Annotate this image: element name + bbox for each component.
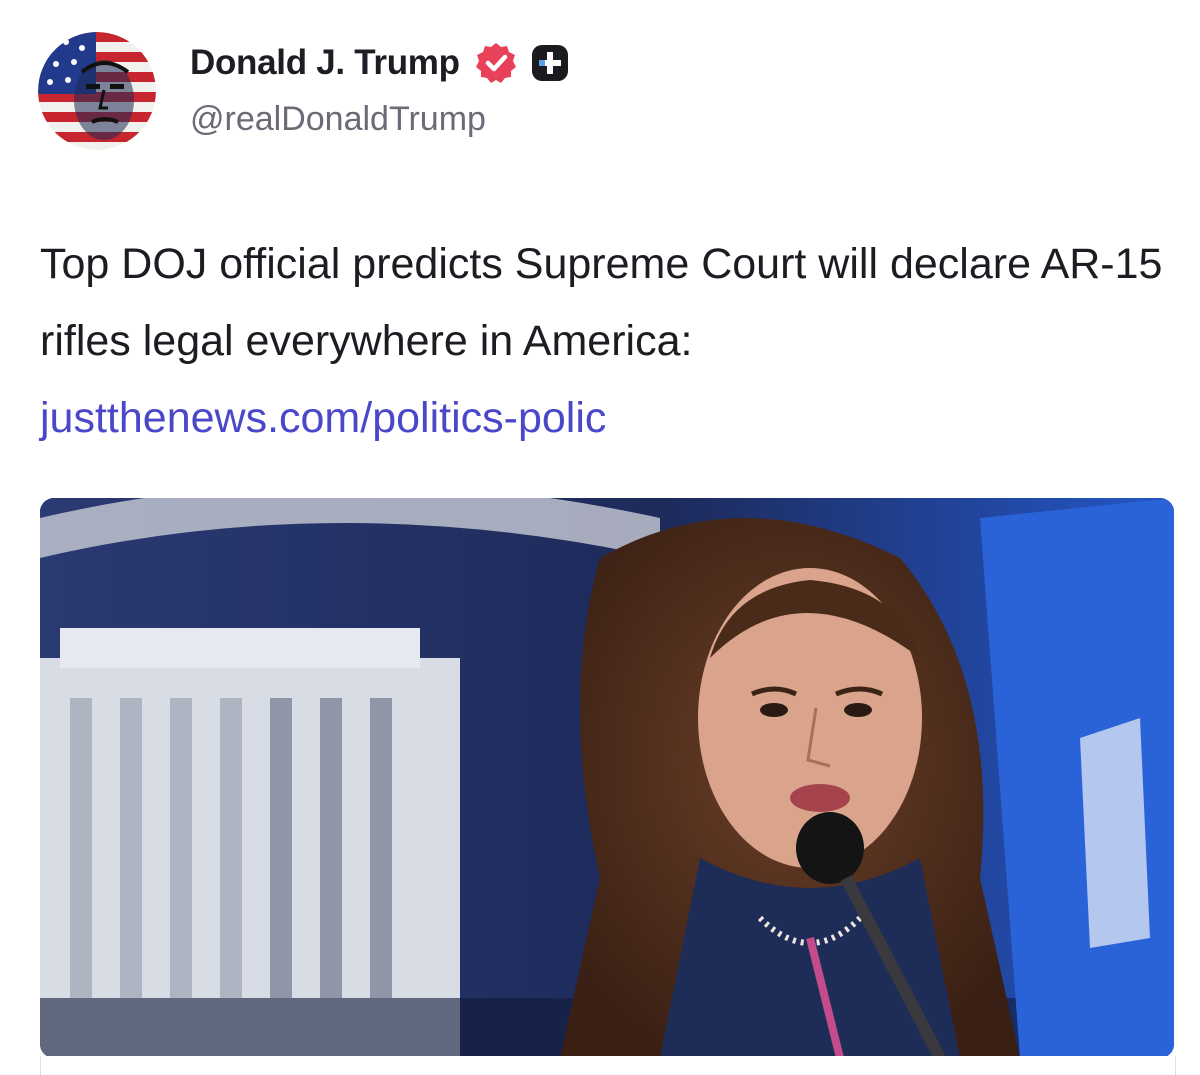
link-preview-card[interactable] [40,498,1174,1058]
post-body: Top DOJ official predicts Supreme Court … [40,226,1170,457]
author-name-row: Donald J. Trump [190,38,570,88]
article-photo [40,498,1174,1058]
post-link[interactable]: justthenews.com/politics-polic [40,394,606,442]
author-handle[interactable]: @realDonaldTrump [190,100,486,139]
link-card-footer[interactable] [40,1056,1176,1075]
post-text: Top DOJ official predicts Supreme Court … [40,240,1163,365]
verified-badge-icon [474,41,518,85]
author-display-name[interactable]: Donald J. Trump [190,43,460,83]
profile-avatar[interactable] [38,32,156,150]
plus-badge-icon [530,43,570,83]
post-container: Donald J. Trump @realDonaldTrump Top DOJ… [0,0,1200,1075]
